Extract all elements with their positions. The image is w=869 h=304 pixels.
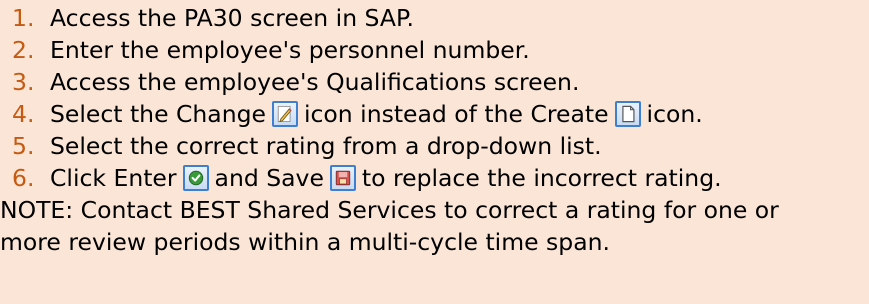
list-item: 4. Select the Change icon instead of the… — [0, 98, 869, 130]
change-pencil-icon — [271, 101, 298, 127]
step-number: 2. — [12, 36, 35, 64]
list-item: 3. Access the employee's Qualifications … — [0, 66, 869, 98]
step-text: Select the correct rating from a drop-do… — [50, 132, 602, 160]
step-text: Select the Change icon instead of the Cr… — [50, 98, 703, 130]
step-number: 3. — [12, 68, 35, 96]
step-text: Enter the employee's personnel number. — [50, 36, 530, 64]
step-number: 1. — [12, 4, 35, 32]
step-number: 4. — [12, 100, 35, 128]
note-line: more review periods within a multi-cycle… — [0, 228, 610, 256]
step-text-part: icon. — [646, 100, 703, 128]
step-text-part: Select the Change — [50, 100, 266, 128]
list-item: 5. Select the correct rating from a drop… — [0, 130, 869, 162]
step-text: Access the PA30 screen in SAP. — [50, 4, 414, 32]
step-number: 6. — [12, 164, 35, 192]
note: NOTE: Contact BEST Shared Services to co… — [0, 194, 869, 258]
step-text: Click Enter and Save to replace the inco… — [50, 162, 722, 194]
create-document-icon — [614, 101, 641, 127]
save-floppy-icon — [329, 165, 356, 191]
steps-list: 1. Access the PA30 screen in SAP. 2. Ent… — [0, 2, 869, 194]
enter-checkmark-icon — [182, 165, 209, 191]
step-text: Access the employee's Qualifications scr… — [50, 68, 580, 96]
list-item: 1. Access the PA30 screen in SAP. — [0, 2, 869, 34]
step-text-part: to replace the incorrect rating. — [361, 164, 722, 192]
list-item: 2. Enter the employee's personnel number… — [0, 34, 869, 66]
note-line: NOTE: Contact BEST Shared Services to co… — [0, 196, 779, 224]
step-number: 5. — [12, 132, 35, 160]
step-text-part: and Save — [214, 164, 324, 192]
step-text-part: Click Enter — [50, 164, 177, 192]
instruction-panel: 1. Access the PA30 screen in SAP. 2. Ent… — [0, 0, 869, 304]
step-text-part: icon instead of the Create — [303, 100, 609, 128]
list-item: 6. Click Enter and Save to replace the i… — [0, 162, 869, 194]
